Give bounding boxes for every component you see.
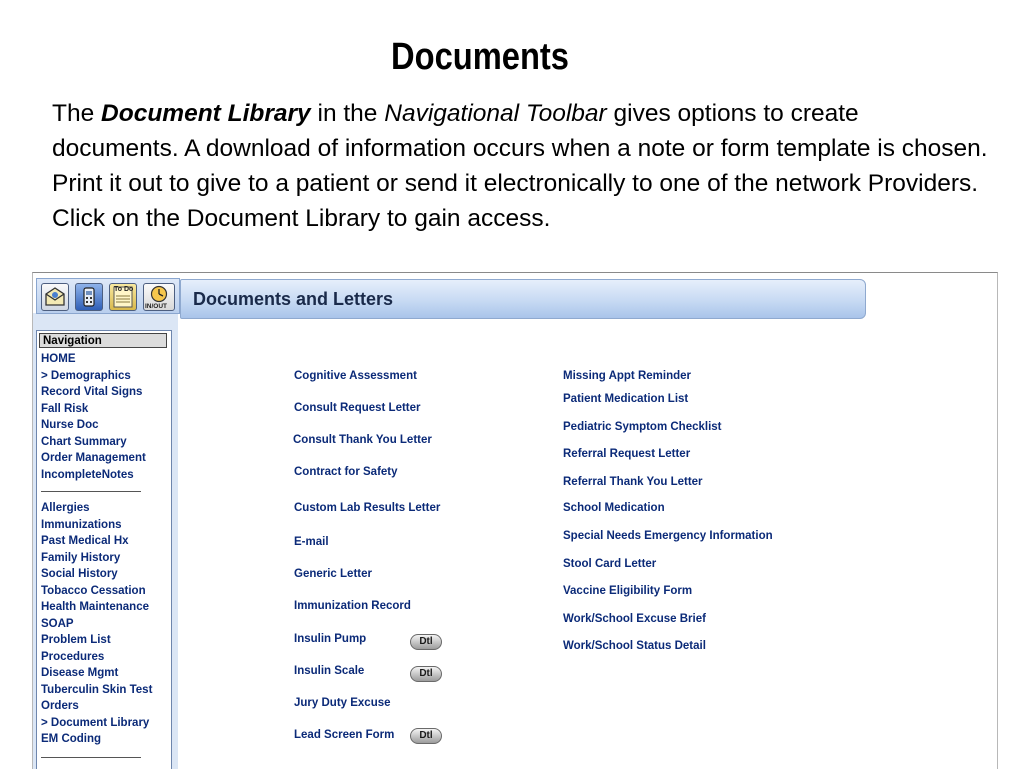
doc-link-consult-thank-you-letter[interactable]: Consult Thank You Letter xyxy=(293,434,432,446)
in-out-clock-icon[interactable]: IN/OUT xyxy=(143,283,175,311)
slide-title: Documents xyxy=(391,36,569,78)
doc-link-pediatric-symptom-checklist[interactable]: Pediatric Symptom Checklist xyxy=(563,421,722,433)
nav-item-social-history[interactable]: Social History xyxy=(41,567,118,581)
doc-link-contract-for-safety[interactable]: Contract for Safety xyxy=(294,466,398,478)
dtl-button-insulin-pump[interactable]: Dtl xyxy=(410,634,442,650)
envelope-icon[interactable] xyxy=(41,283,69,311)
nav-item-tobacco-cessation[interactable]: Tobacco Cessation xyxy=(41,584,146,598)
doc-link-lead-screen-form[interactable]: Lead Screen Form xyxy=(294,729,394,741)
intro-text-2: in the xyxy=(310,100,385,127)
nav-item-document-library[interactable]: > Document Library xyxy=(41,716,149,730)
doc-link-patient-medication-list[interactable]: Patient Medication List xyxy=(563,393,688,405)
nav-item-record-vital-signs[interactable]: Record Vital Signs xyxy=(41,385,142,399)
nav-item-health-maintenance[interactable]: Health Maintenance xyxy=(41,600,149,614)
nav-item-procedures[interactable]: Procedures xyxy=(41,650,104,664)
doc-link-e-mail[interactable]: E-mail xyxy=(294,536,329,548)
intro-text-1: The xyxy=(52,100,102,127)
page-title: Documents and Letters xyxy=(193,289,394,309)
nav-item-tuberculin-skin-test[interactable]: Tuberculin Skin Test xyxy=(41,683,152,697)
phone-icon[interactable] xyxy=(75,283,103,311)
nav-item-order-management[interactable]: Order Management xyxy=(41,451,146,465)
doc-link-insulin-scale[interactable]: Insulin Scale xyxy=(294,665,364,677)
nav-item-incomplete-notes[interactable]: IncompleteNotes xyxy=(41,468,134,482)
intro-navigational-toolbar: Navigational Toolbar xyxy=(384,100,607,127)
nav-item-past-medical-hx[interactable]: Past Medical Hx xyxy=(41,534,129,548)
nav-item-allergies[interactable]: Allergies xyxy=(41,501,90,515)
doc-link-school-medication[interactable]: School Medication xyxy=(563,502,665,514)
nav-item-chart-summary[interactable]: Chart Summary xyxy=(41,435,127,449)
nav-item-soap[interactable]: SOAP xyxy=(41,617,74,631)
doc-link-work-school-status-detail[interactable]: Work/School Status Detail xyxy=(563,640,706,652)
nav-item-nurse-doc[interactable]: Nurse Doc xyxy=(41,418,99,432)
todo-label: To Do xyxy=(114,286,134,293)
inout-label: IN/OUT xyxy=(145,303,168,310)
doc-link-jury-duty-excuse[interactable]: Jury Duty Excuse xyxy=(294,697,391,709)
documents-header-bar: Documents and Letters xyxy=(180,279,866,319)
doc-link-special-needs-emergency-information[interactable]: Special Needs Emergency Information xyxy=(563,530,773,542)
nav-item-em-coding[interactable]: EM Coding xyxy=(41,732,101,746)
doc-link-custom-lab-results-letter[interactable]: Custom Lab Results Letter xyxy=(294,502,440,514)
intro-document-library: Document Library xyxy=(101,100,311,127)
nav-item-immunizations[interactable]: Immunizations xyxy=(41,518,122,532)
doc-link-work-school-excuse-brief[interactable]: Work/School Excuse Brief xyxy=(563,613,706,625)
navigation-panel: Navigation HOME > Demographics Record Vi… xyxy=(36,330,172,769)
dtl-button-insulin-scale[interactable]: Dtl xyxy=(410,666,442,682)
doc-link-referral-request-letter[interactable]: Referral Request Letter xyxy=(563,448,690,460)
doc-link-stool-card-letter[interactable]: Stool Card Letter xyxy=(563,558,656,570)
doc-link-cognitive-assessment[interactable]: Cognitive Assessment xyxy=(294,370,417,382)
doc-link-consult-request-letter[interactable]: Consult Request Letter xyxy=(294,402,421,414)
nav-item-demographics[interactable]: > Demographics xyxy=(41,369,131,383)
nav-item-fall-risk[interactable]: Fall Risk xyxy=(41,402,88,416)
app-screenshot: To Do IN/OUT Documents and Letters Navig… xyxy=(32,272,998,769)
toolbar: To Do IN/OUT xyxy=(36,278,180,314)
doc-link-missing-appt-reminder[interactable]: Missing Appt Reminder xyxy=(563,370,691,382)
navigation-heading: Navigation xyxy=(39,333,167,348)
nav-item-family-history[interactable]: Family History xyxy=(41,551,120,565)
nav-item-home[interactable]: HOME xyxy=(41,352,76,366)
todo-notepad-icon[interactable]: To Do xyxy=(109,283,137,311)
doc-link-generic-letter[interactable]: Generic Letter xyxy=(294,568,372,580)
doc-link-insulin-pump[interactable]: Insulin Pump xyxy=(294,633,366,645)
intro-paragraph: The Document Library in the Navigational… xyxy=(52,96,992,236)
dtl-button-lead-screen-form[interactable]: Dtl xyxy=(410,728,442,744)
doc-link-referral-thank-you-letter[interactable]: Referral Thank You Letter xyxy=(563,476,703,488)
nav-divider xyxy=(41,757,141,758)
nav-item-disease-mgmt[interactable]: Disease Mgmt xyxy=(41,666,118,680)
nav-divider xyxy=(41,491,141,492)
nav-item-problem-list[interactable]: Problem List xyxy=(41,633,111,647)
doc-link-vaccine-eligibility-form[interactable]: Vaccine Eligibility Form xyxy=(563,585,692,597)
doc-link-immunization-record[interactable]: Immunization Record xyxy=(294,600,411,612)
nav-item-orders[interactable]: Orders xyxy=(41,699,79,713)
